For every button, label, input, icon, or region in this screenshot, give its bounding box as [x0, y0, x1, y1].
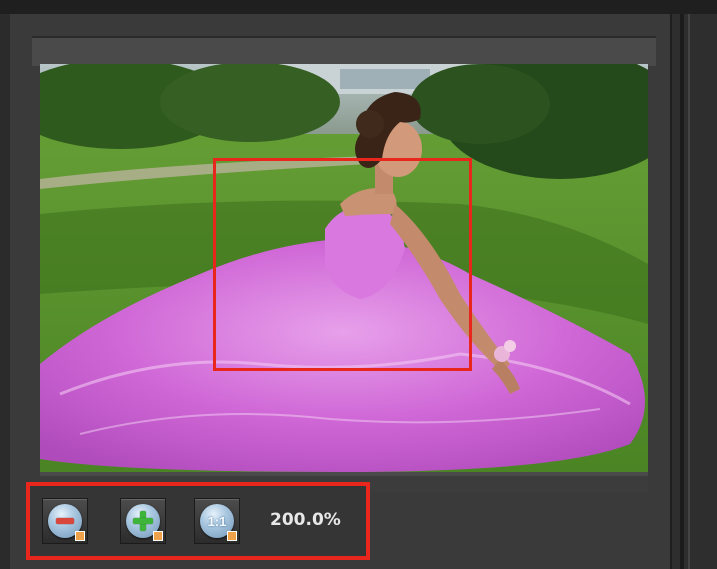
- zoom-out-button[interactable]: [42, 498, 88, 544]
- panel-splitter[interactable]: [680, 14, 684, 569]
- panel-header-bar: [32, 36, 656, 66]
- zoom-in-button[interactable]: [120, 498, 166, 544]
- panel-splitter-edge: [688, 14, 690, 569]
- dropdown-corner-icon: [153, 531, 163, 541]
- zoom-toolbar: 1:1 200.0%: [26, 482, 370, 560]
- zoom-level-readout: 200.0%: [270, 510, 341, 530]
- dropdown-corner-icon: [227, 531, 237, 541]
- zoom-region-rectangle[interactable]: [213, 158, 472, 371]
- top-strip: [0, 0, 717, 14]
- app-window: 1:1 200.0%: [0, 0, 717, 569]
- right-sidebar: [672, 14, 717, 569]
- dropdown-corner-icon: [75, 531, 85, 541]
- actual-size-button[interactable]: 1:1: [194, 498, 240, 544]
